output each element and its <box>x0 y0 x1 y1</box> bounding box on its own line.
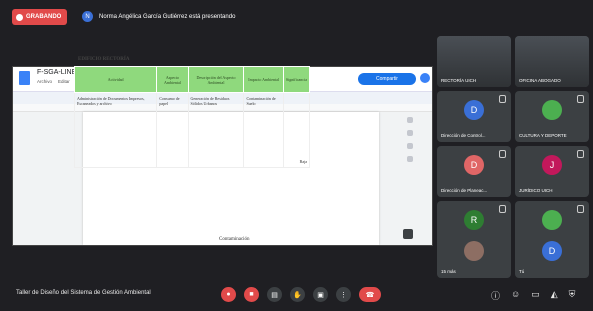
more-participants-tile[interactable]: 15 más <box>437 233 511 278</box>
table-header: Impacto Ambiental <box>243 66 284 93</box>
participant-tile[interactable]: D Dirección de Control... <box>437 91 511 142</box>
mic-muted-icon <box>499 95 506 103</box>
participant-avatar <box>542 100 562 120</box>
doc-heading: EDIFICIO RECTORÍA <box>78 57 130 62</box>
presenter-banner: N Norma Angélica García Gutiérrez está p… <box>82 11 235 22</box>
participant-tile[interactable]: D Dirección de Planeac... <box>437 146 511 197</box>
mic-off-icon: ● <box>226 291 231 298</box>
participant-avatar <box>464 241 484 261</box>
participant-name: JURÍDICO UICH <box>519 188 553 193</box>
account-avatar <box>420 73 430 83</box>
keep-icon <box>407 130 413 136</box>
participant-avatar: D <box>464 100 484 120</box>
participant-tile[interactable]: OFICINA ABOGADO <box>515 36 589 87</box>
self-avatar: D <box>542 241 562 261</box>
mic-button[interactable]: ● <box>221 287 236 302</box>
participant-name: RECTORÍA UICH <box>441 78 477 83</box>
top-bar: GRABANDO N Norma Angélica García Gutiérr… <box>0 0 593 36</box>
table-header: Descripción del Aspecto Ambiental <box>187 66 245 93</box>
people-icon[interactable]: ☺ <box>511 289 520 302</box>
participant-avatar: R <box>464 210 484 230</box>
participant-tile[interactable]: CULTURA Y DEPORTE <box>515 91 589 142</box>
meeting-name: Taller de Diseño del Sistema de Gestión … <box>16 290 151 296</box>
table-cell: Contaminación de Suelo <box>243 92 284 168</box>
camera-button[interactable]: ■ <box>244 287 259 302</box>
table-cell: Generación de Residuos Sólidos Urbanos <box>187 92 245 168</box>
participant-tile[interactable]: RECTORÍA UICH <box>437 36 511 87</box>
menu-file: Archivo <box>37 79 53 84</box>
presenter-avatar: N <box>82 11 93 22</box>
leave-call-button[interactable]: ☎ <box>359 287 381 302</box>
captions-button[interactable]: ▤ <box>267 287 282 302</box>
call-controls: ● ■ ▤ ✋ ▣ ⋮ ☎ <box>221 287 381 302</box>
table-cell: Baja <box>282 92 311 168</box>
mic-muted-icon <box>577 95 584 103</box>
host-controls-icon[interactable]: ⛨ <box>569 289 576 302</box>
recording-label: GRABANDO <box>26 14 62 20</box>
docs-logo-icon <box>19 71 30 85</box>
participant-avatar: J <box>542 155 562 175</box>
share-button: Compartir <box>358 73 416 85</box>
mic-muted-icon <box>499 205 506 213</box>
present-screen-icon: ▣ <box>317 291 324 299</box>
camera-off-icon: ■ <box>249 291 254 298</box>
participant-avatar: D <box>464 155 484 175</box>
side-panel-icons <box>405 117 417 169</box>
record-icon <box>16 13 23 21</box>
captions-icon: ▤ <box>271 291 278 299</box>
self-tile[interactable]: D Tú <box>515 233 589 278</box>
table-header: Aspecto Ambiental <box>156 66 189 93</box>
contacts-icon <box>407 156 413 162</box>
hand-icon: ✋ <box>293 291 302 299</box>
activities-icon[interactable]: ◭ <box>551 289 558 302</box>
mic-muted-icon <box>577 150 584 158</box>
table-header: Actividad <box>73 66 158 93</box>
present-button[interactable]: ▣ <box>313 287 328 302</box>
participant-name: Dirección de Planeac... <box>441 188 488 193</box>
mic-muted-icon <box>577 205 584 213</box>
participant-name: CULTURA Y DEPORTE <box>519 133 567 138</box>
participant-avatar <box>542 210 562 230</box>
info-icon[interactable]: ⓘ <box>491 289 500 302</box>
presenter-text: Norma Angélica García Gutiérrez está pre… <box>99 13 236 20</box>
explore-icon <box>403 229 413 239</box>
participant-name: OFICINA ABOGADO <box>519 78 561 83</box>
self-name: Tú <box>519 269 525 274</box>
menu-edit: Editar <box>58 79 70 84</box>
participant-tile[interactable]: J JURÍDICO UICH <box>515 146 589 197</box>
raise-hand-button[interactable]: ✋ <box>290 287 305 302</box>
mic-muted-icon <box>499 150 506 158</box>
more-participants-label: 15 más <box>441 269 456 274</box>
tasks-icon <box>407 143 413 149</box>
hang-up-icon: ☎ <box>365 291 375 299</box>
calendar-icon <box>407 117 413 123</box>
table-cell: Consumo de papel <box>156 92 189 168</box>
side-controls: ⓘ ☺ ▭ ◭ ⛨ <box>491 289 575 302</box>
aspects-table: Actividad Aspecto Ambiental Descripción … <box>73 66 311 168</box>
more-options-button[interactable]: ⋮ <box>336 287 351 302</box>
table-cell: Administración de Documentos Impresos, E… <box>73 92 158 168</box>
participant-name: Dirección de Control... <box>441 133 486 138</box>
more-vert-icon: ⋮ <box>340 291 347 299</box>
chat-icon[interactable]: ▭ <box>531 289 540 302</box>
table-row: Administración de Documentos Impresos, E… <box>73 92 311 168</box>
recording-badge: GRABANDO <box>12 9 68 25</box>
table-header: Significancia <box>282 66 311 93</box>
table-footer-text: Contaminación <box>219 237 250 242</box>
